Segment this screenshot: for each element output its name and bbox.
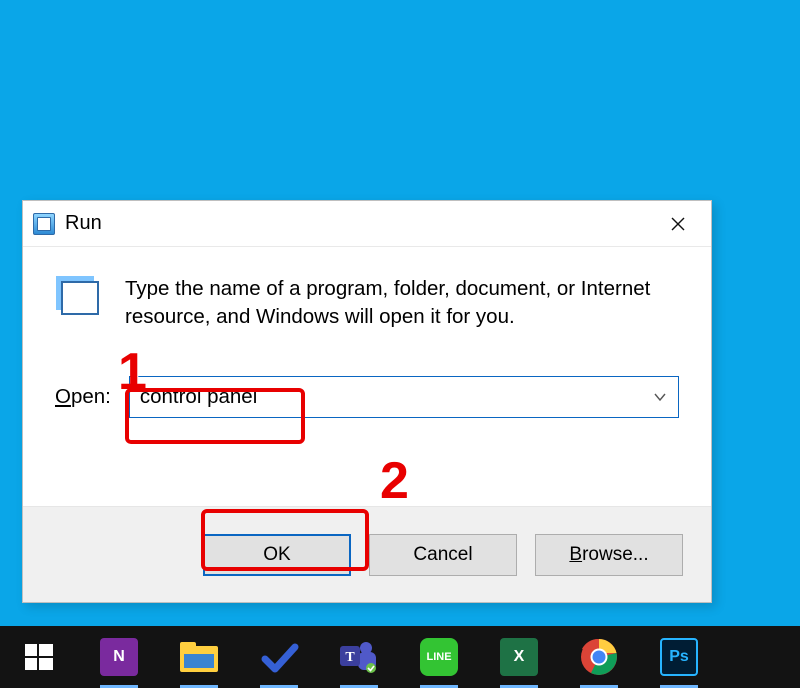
teams-icon: T [338, 638, 380, 676]
onenote-taskbar-icon[interactable]: N [94, 634, 144, 680]
dialog-button-row: OK Cancel Browse... [23, 506, 711, 602]
onenote-icon: N [100, 638, 138, 676]
ok-button[interactable]: OK [203, 534, 351, 576]
file-explorer-icon [179, 640, 219, 674]
open-combobox[interactable] [129, 376, 679, 418]
taskbar: N T LINE X [0, 626, 800, 688]
todo-taskbar-icon[interactable] [254, 634, 304, 680]
windows-logo-icon [23, 641, 55, 673]
browse-button[interactable]: Browse... [535, 534, 683, 576]
titlebar[interactable]: Run [23, 201, 711, 247]
photoshop-icon: Ps [660, 638, 698, 676]
file-explorer-taskbar-icon[interactable] [174, 634, 224, 680]
run-app-icon [33, 213, 55, 235]
cancel-button[interactable]: Cancel [369, 534, 517, 576]
svg-text:T: T [345, 650, 355, 665]
excel-icon: X [500, 638, 538, 676]
close-button[interactable] [651, 201, 705, 246]
run-dialog: Run Type the name of a program, folder, … [22, 200, 712, 603]
dialog-description: Type the name of a program, folder, docu… [125, 275, 679, 332]
teams-taskbar-icon[interactable]: T [334, 634, 384, 680]
photoshop-taskbar-icon[interactable]: Ps [654, 634, 704, 680]
close-icon [670, 216, 686, 232]
run-large-icon [55, 275, 101, 321]
chrome-icon [580, 638, 618, 676]
window-title: Run [65, 212, 651, 235]
start-button[interactable] [14, 634, 64, 680]
open-input[interactable] [129, 376, 679, 418]
excel-taskbar-icon[interactable]: X [494, 634, 544, 680]
todo-check-icon [259, 637, 299, 677]
line-taskbar-icon[interactable]: LINE [414, 634, 464, 680]
dialog-body: Type the name of a program, folder, docu… [23, 247, 711, 426]
open-label: Open: [55, 385, 111, 409]
chrome-taskbar-icon[interactable] [574, 634, 624, 680]
line-icon: LINE [420, 638, 458, 676]
